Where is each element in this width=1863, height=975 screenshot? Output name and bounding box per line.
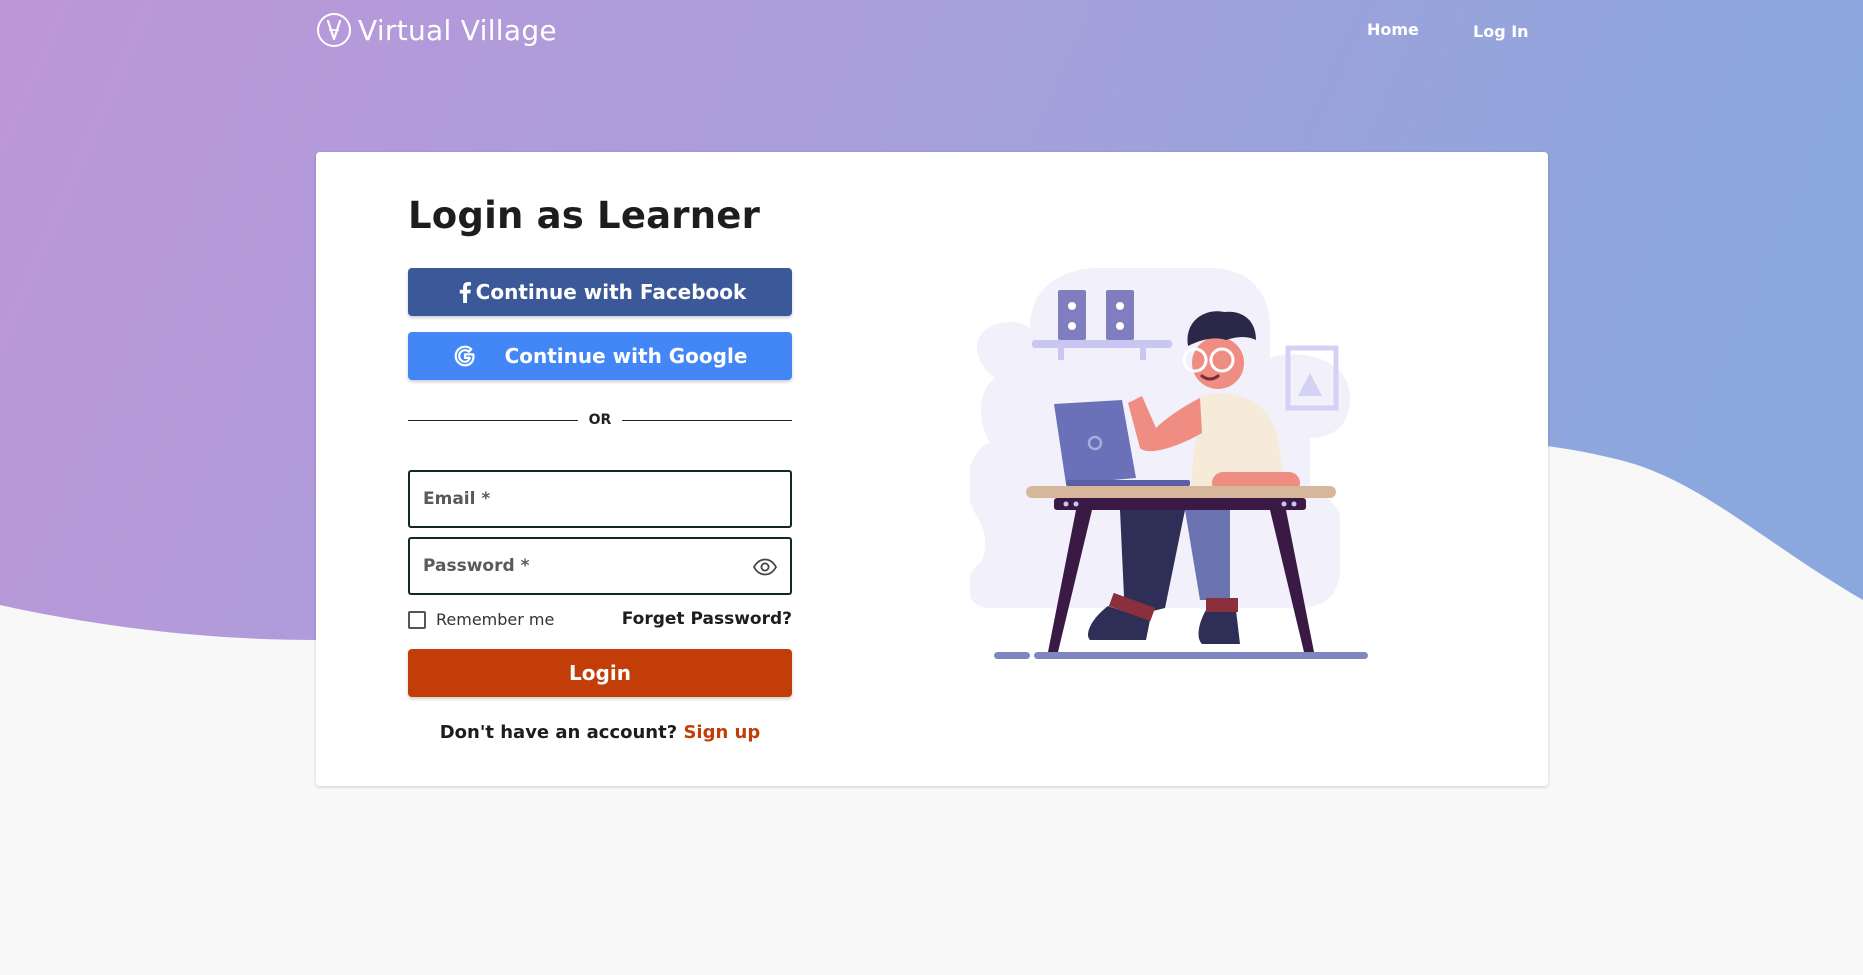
- brand[interactable]: Virtual Village: [316, 12, 557, 48]
- email-field-wrapper: [408, 470, 792, 528]
- password-input[interactable]: [410, 539, 790, 593]
- forgot-password-link[interactable]: Forget Password?: [622, 609, 792, 629]
- signup-link[interactable]: Sign up: [683, 722, 760, 743]
- facebook-icon: [452, 279, 478, 305]
- learner-at-desk-illustration: [970, 268, 1368, 659]
- brand-name: Virtual Village: [358, 13, 557, 47]
- nav-home-link[interactable]: Home: [1367, 20, 1419, 39]
- remember-me-label: Remember me: [436, 610, 555, 629]
- google-icon: [452, 343, 478, 369]
- nav-login-link[interactable]: Log In: [1473, 22, 1529, 41]
- google-login-label: Continue with Google: [504, 344, 748, 368]
- divider-line-right: [622, 420, 792, 421]
- email-input[interactable]: [410, 472, 790, 526]
- top-navigation: Virtual Village Home Log In: [0, 0, 1863, 64]
- login-card: Login as Learner Continue with Facebook …: [316, 152, 1548, 786]
- signup-row: Don't have an account? Sign up: [408, 722, 792, 743]
- login-button[interactable]: Login: [408, 649, 792, 697]
- eye-icon[interactable]: [752, 555, 778, 579]
- brand-logo-icon: [317, 13, 351, 47]
- page-title: Login as Learner: [408, 194, 761, 237]
- signup-prompt: Don't have an account?: [439, 722, 678, 743]
- password-field-wrapper: [408, 537, 792, 595]
- or-divider: OR: [408, 410, 792, 430]
- google-login-button[interactable]: Continue with Google: [408, 332, 792, 380]
- facebook-login-label: Continue with Facebook: [475, 280, 747, 304]
- remember-me[interactable]: Remember me: [408, 610, 554, 629]
- remember-me-checkbox[interactable]: [408, 610, 426, 629]
- facebook-login-button[interactable]: Continue with Facebook: [408, 268, 792, 316]
